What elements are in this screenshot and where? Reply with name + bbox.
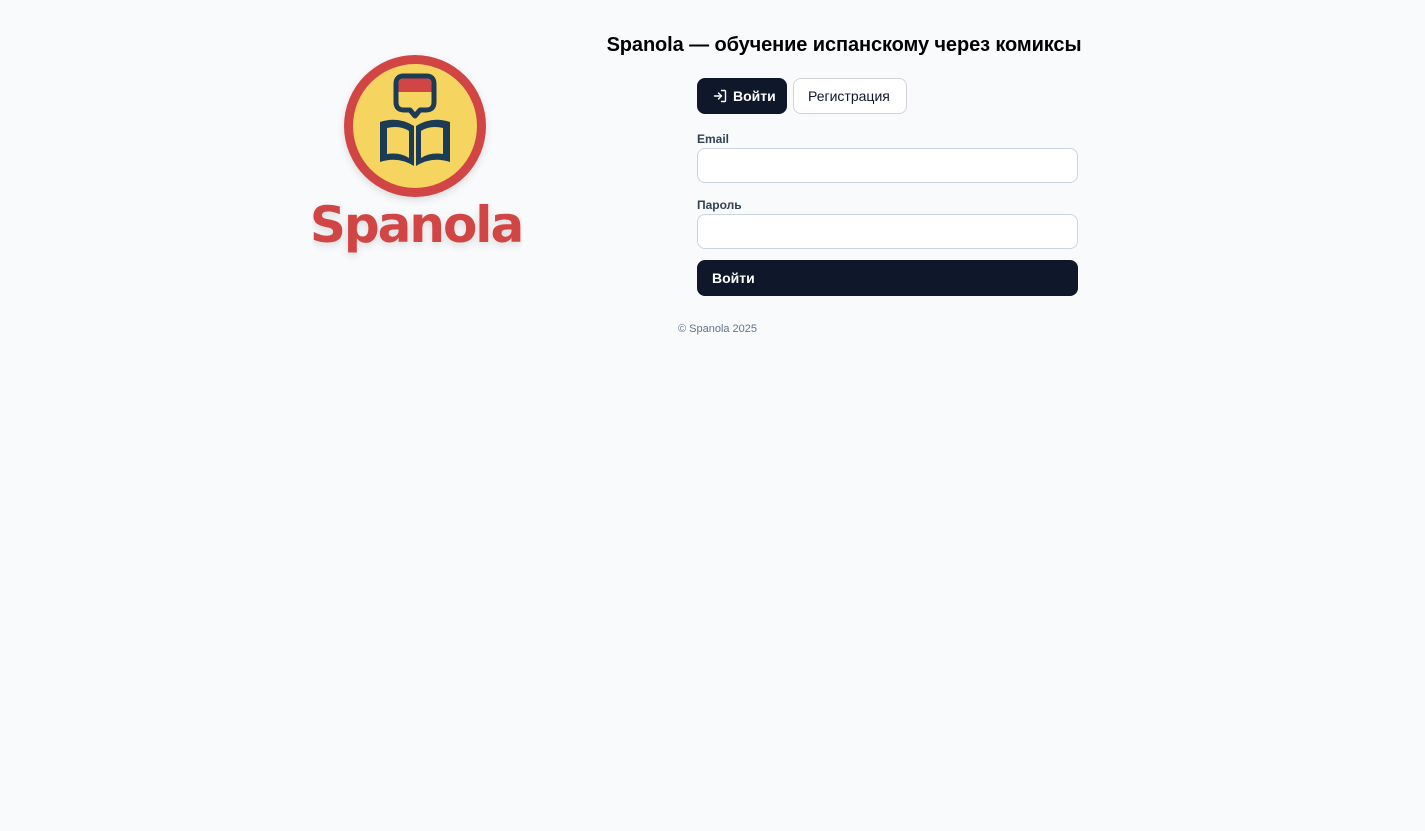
email-field[interactable] <box>697 148 1078 183</box>
tab-login-label: Войти <box>733 88 776 104</box>
tab-login[interactable]: Войти <box>697 78 787 114</box>
page-title: Spanola — обучение испанскому через коми… <box>606 34 1082 56</box>
email-label: Email <box>697 132 730 146</box>
footer-copyright: © Spanola 2025 <box>677 323 758 335</box>
spanola-logo-graphic: Spanola <box>312 55 522 254</box>
login-arrow-icon <box>713 89 727 103</box>
spanola-logo: Spanola <box>312 50 522 265</box>
logo-wordmark: Spanola <box>312 196 522 254</box>
tab-register-label: Регистрация <box>808 88 890 104</box>
auth-tabs: Войти Регистрация <box>697 78 907 114</box>
password-field[interactable] <box>697 214 1078 249</box>
tab-register[interactable]: Регистрация <box>793 78 907 114</box>
login-submit-button[interactable]: Войти <box>697 260 1078 296</box>
password-label: Пароль <box>697 198 742 212</box>
